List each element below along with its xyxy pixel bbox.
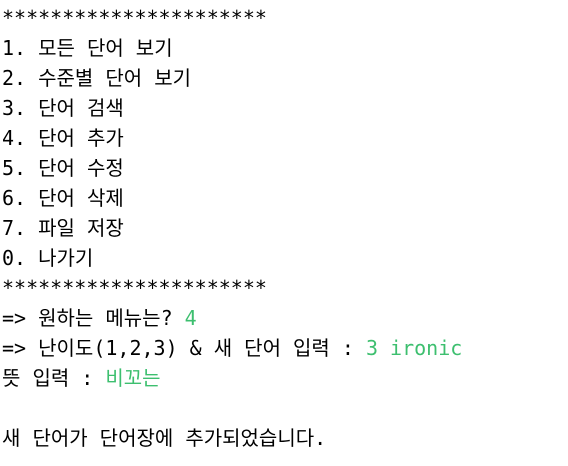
menu-item-3: 3. 단어 검색 [2, 96, 124, 120]
menu-item-5: 5. 단어 수정 [2, 156, 124, 180]
level-word-input[interactable]: 3 ironic [366, 336, 462, 360]
menu-input[interactable]: 4 [185, 306, 197, 330]
separator-top: ********************** [2, 6, 267, 30]
menu-item-2: 2. 수준별 단어 보기 [2, 66, 192, 90]
menu-item-6: 6. 단어 삭제 [2, 186, 124, 210]
menu-item-7: 7. 파일 저장 [2, 216, 124, 240]
meaning-prompt-line: 뜻 입력 : 비꼬는 [2, 363, 568, 393]
meaning-prompt: 뜻 입력 : [2, 366, 106, 390]
menu-prompt: => 원하는 메뉴는? [2, 306, 185, 330]
menu-item-4: 4. 단어 추가 [2, 126, 124, 150]
separator-bottom: ********************** [2, 276, 267, 300]
meaning-input[interactable]: 비꼬는 [105, 366, 160, 390]
terminal-window: ********************** 1. 모든 단어 보기 2. 수준… [0, 0, 568, 466]
result-message: 새 단어가 단어장에 추가되었습니다. [2, 426, 327, 450]
menu-item-1: 1. 모든 단어 보기 [2, 36, 173, 60]
menu-item-0: 0. 나가기 [2, 246, 94, 270]
level-word-prompt-line: => 난이도(1,2,3) & 새 단어 입력 : 3 ironic [2, 333, 568, 363]
level-word-prompt: => 난이도(1,2,3) & 새 단어 입력 : [2, 336, 366, 360]
menu-prompt-line: => 원하는 메뉴는? 4 [2, 303, 568, 333]
